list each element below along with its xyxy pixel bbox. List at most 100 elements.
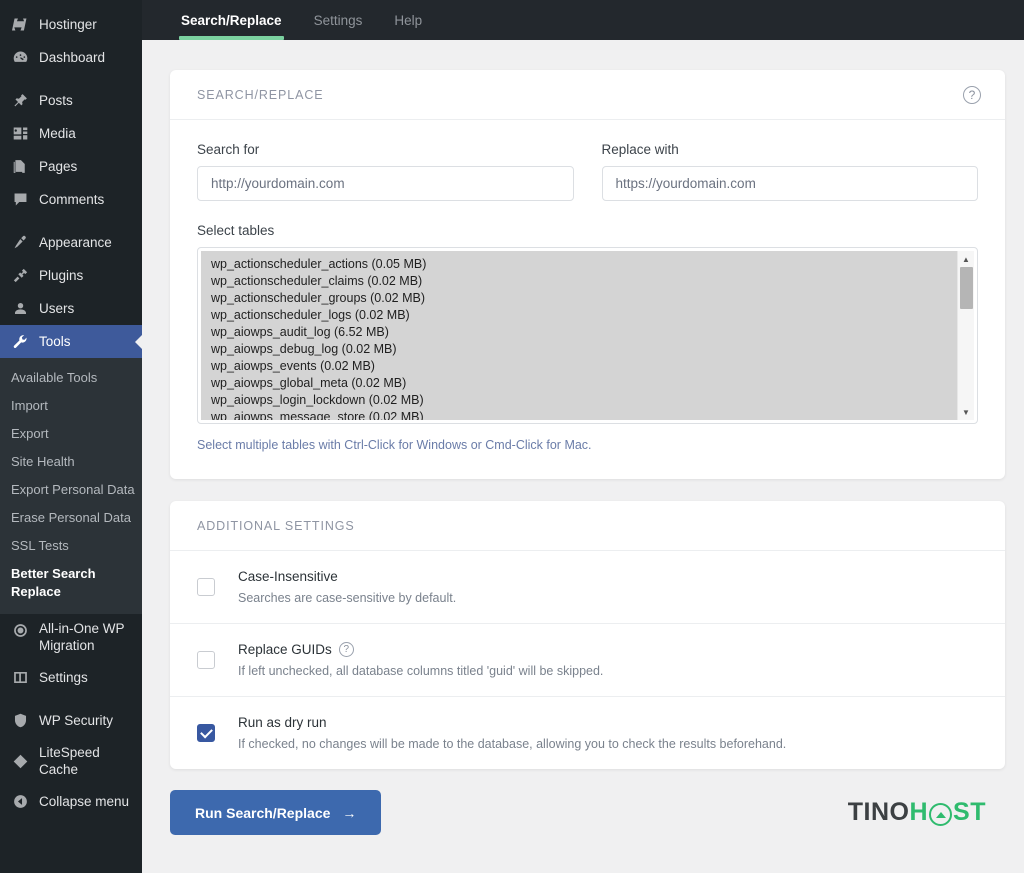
collapse-icon <box>11 792 30 811</box>
wrench-icon <box>11 332 30 351</box>
select-tables-listbox[interactable]: wp_actionscheduler_actions (0.05 MB) wp_… <box>197 247 978 424</box>
sidebar-item-label: Posts <box>39 93 73 108</box>
run-button-label: Run Search/Replace <box>195 804 331 821</box>
setting-title-label: Run as dry run <box>238 715 327 730</box>
sidebar-item-pages[interactable]: Pages <box>0 150 142 183</box>
setting-row-dry-run: Run as dry run If checked, no changes wi… <box>170 697 1005 769</box>
sidebar-item-label: Media <box>39 126 76 141</box>
submenu-item-erase-personal-data[interactable]: Erase Personal Data <box>0 504 142 532</box>
additional-settings-card: ADDITIONAL SETTINGS Case-Insensitive Sea… <box>170 501 1005 769</box>
sidebar-item-tools[interactable]: Tools <box>0 325 142 358</box>
sidebar-item-label: Comments <box>39 192 105 207</box>
plugins-icon <box>11 266 30 285</box>
scrollbar-thumb[interactable] <box>960 267 973 309</box>
sidebar-item-label: Dashboard <box>39 50 106 65</box>
sidebar-item-media[interactable]: Media <box>0 117 142 150</box>
replace-with-label: Replace with <box>601 142 679 157</box>
setting-title-label: Replace GUIDs <box>238 642 332 657</box>
submenu-item-export[interactable]: Export <box>0 420 142 448</box>
list-item[interactable]: wp_aiowps_debug_log (0.02 MB) <box>201 341 957 358</box>
table-list-scrollbar[interactable]: ▲ ▼ <box>957 251 974 420</box>
setting-title-label: Case-Insensitive <box>238 569 338 584</box>
search-for-field-group: Search for <box>197 142 574 201</box>
litespeed-icon <box>11 752 30 771</box>
sidebar-item-label: Collapse menu <box>39 794 130 809</box>
submenu-item-better-search-replace[interactable]: Better Search Replace <box>0 560 142 606</box>
list-item[interactable]: wp_aiowps_audit_log (6.52 MB) <box>201 324 957 341</box>
search-input[interactable] <box>197 166 574 201</box>
list-item[interactable]: wp_aiowps_login_lockdown (0.02 MB) <box>201 392 957 409</box>
scroll-down-icon[interactable]: ▼ <box>958 404 975 420</box>
logo-globe-icon <box>929 803 953 826</box>
submenu-item-import[interactable]: Import <box>0 392 142 420</box>
users-icon <box>11 299 30 318</box>
pages-icon <box>11 157 30 176</box>
sidebar-item-litespeed-cache[interactable]: LiteSpeed Cache <box>0 737 142 785</box>
sidebar-item-users[interactable]: Users <box>0 292 142 325</box>
select-tables-label: Select tables <box>197 223 275 238</box>
replace-guids-checkbox[interactable] <box>197 651 215 669</box>
card-header: SEARCH/REPLACE ? <box>170 70 1005 120</box>
sidebar-item-label: Plugins <box>39 268 84 283</box>
list-item[interactable]: wp_actionscheduler_actions (0.05 MB) <box>201 256 957 273</box>
arrow-right-icon: → <box>342 804 357 821</box>
sidebar-divider <box>0 216 142 226</box>
list-item[interactable]: wp_actionscheduler_claims (0.02 MB) <box>201 273 957 290</box>
sidebar-item-wp-security[interactable]: WP Security <box>0 704 142 737</box>
sidebar-item-label: Tools <box>39 334 71 349</box>
submenu-item-export-personal-data[interactable]: Export Personal Data <box>0 476 142 504</box>
list-item[interactable]: wp_actionscheduler_groups (0.02 MB) <box>201 290 957 307</box>
sidebar-item-dashboard[interactable]: Dashboard <box>0 41 142 74</box>
sidebar-item-hostinger[interactable]: Hostinger <box>0 8 142 41</box>
card-body: Search for Replace with Select tables <box>170 120 1005 479</box>
logo-text-tino: TINO <box>847 798 910 826</box>
tab-search-replace[interactable]: Search/Replace <box>165 0 298 40</box>
help-circle-icon[interactable]: ? <box>338 642 354 657</box>
submenu-item-available-tools[interactable]: Available Tools <box>0 364 142 392</box>
shield-icon <box>11 711 30 730</box>
sidebar-item-posts[interactable]: Posts <box>0 84 142 117</box>
sidebar-divider <box>0 694 142 704</box>
setting-description: If checked, no changes will be made to t… <box>238 737 787 751</box>
card-title: SEARCH/REPLACE <box>197 87 324 102</box>
help-circle-icon[interactable]: ? <box>963 85 981 104</box>
table-options-list[interactable]: wp_actionscheduler_actions (0.05 MB) wp_… <box>201 251 957 420</box>
scroll-up-icon[interactable]: ▲ <box>958 251 975 267</box>
card-title: ADDITIONAL SETTINGS <box>197 518 355 533</box>
tab-help[interactable]: Help <box>378 0 438 40</box>
run-search-replace-button[interactable]: Run Search/Replace → <box>170 790 382 835</box>
dry-run-checkbox[interactable] <box>197 724 215 742</box>
sidebar-item-all-in-one-wp-migration[interactable]: All-in-One WP Migration <box>0 614 142 661</box>
search-replace-fields: Search for Replace with <box>197 142 978 201</box>
case-insensitive-checkbox[interactable] <box>197 578 215 596</box>
tab-settings[interactable]: Settings <box>298 0 379 40</box>
sidebar-item-plugins[interactable]: Plugins <box>0 259 142 292</box>
setting-row-case-insensitive: Case-Insensitive Searches are case-sensi… <box>170 551 1005 624</box>
setting-description: Searches are case-sensitive by default. <box>238 591 457 605</box>
search-for-label: Search for <box>197 142 260 157</box>
setting-title: Replace GUIDs ? <box>238 642 978 657</box>
sidebar-item-collapse-menu[interactable]: Collapse menu <box>0 785 142 818</box>
sidebar-item-label: Settings <box>39 670 88 685</box>
sidebar-item-settings[interactable]: Settings <box>0 661 142 694</box>
setting-title: Case-Insensitive <box>238 569 978 584</box>
sidebar-item-comments[interactable]: Comments <box>0 183 142 216</box>
list-item[interactable]: wp_aiowps_events (0.02 MB) <box>201 358 957 375</box>
submenu-item-site-health[interactable]: Site Health <box>0 448 142 476</box>
list-item[interactable]: wp_actionscheduler_logs (0.02 MB) <box>201 307 957 324</box>
list-item[interactable]: wp_aiowps_global_meta (0.02 MB) <box>201 375 957 392</box>
submenu-item-ssl-tests[interactable]: SSL Tests <box>0 532 142 560</box>
sidebar-item-label: WP Security <box>39 713 114 728</box>
card-header: ADDITIONAL SETTINGS <box>170 501 1005 551</box>
sidebar-item-label: Appearance <box>39 235 112 250</box>
settings-icon <box>11 668 30 687</box>
sidebar-item-appearance[interactable]: Appearance <box>0 226 142 259</box>
pin-icon <box>11 91 30 110</box>
sidebar-item-label: LiteSpeed Cache <box>39 745 100 777</box>
select-tables-group: Select tables wp_actionscheduler_actions… <box>197 223 978 453</box>
setting-text: Case-Insensitive Searches are case-sensi… <box>238 569 978 606</box>
main-content: Search/Replace Settings Help SEARCH/REPL… <box>142 0 1024 873</box>
list-item[interactable]: wp_aiowps_message_store (0.02 MB) <box>201 409 957 420</box>
replace-input[interactable] <box>601 166 978 201</box>
replace-with-field-group: Replace with <box>601 142 978 201</box>
